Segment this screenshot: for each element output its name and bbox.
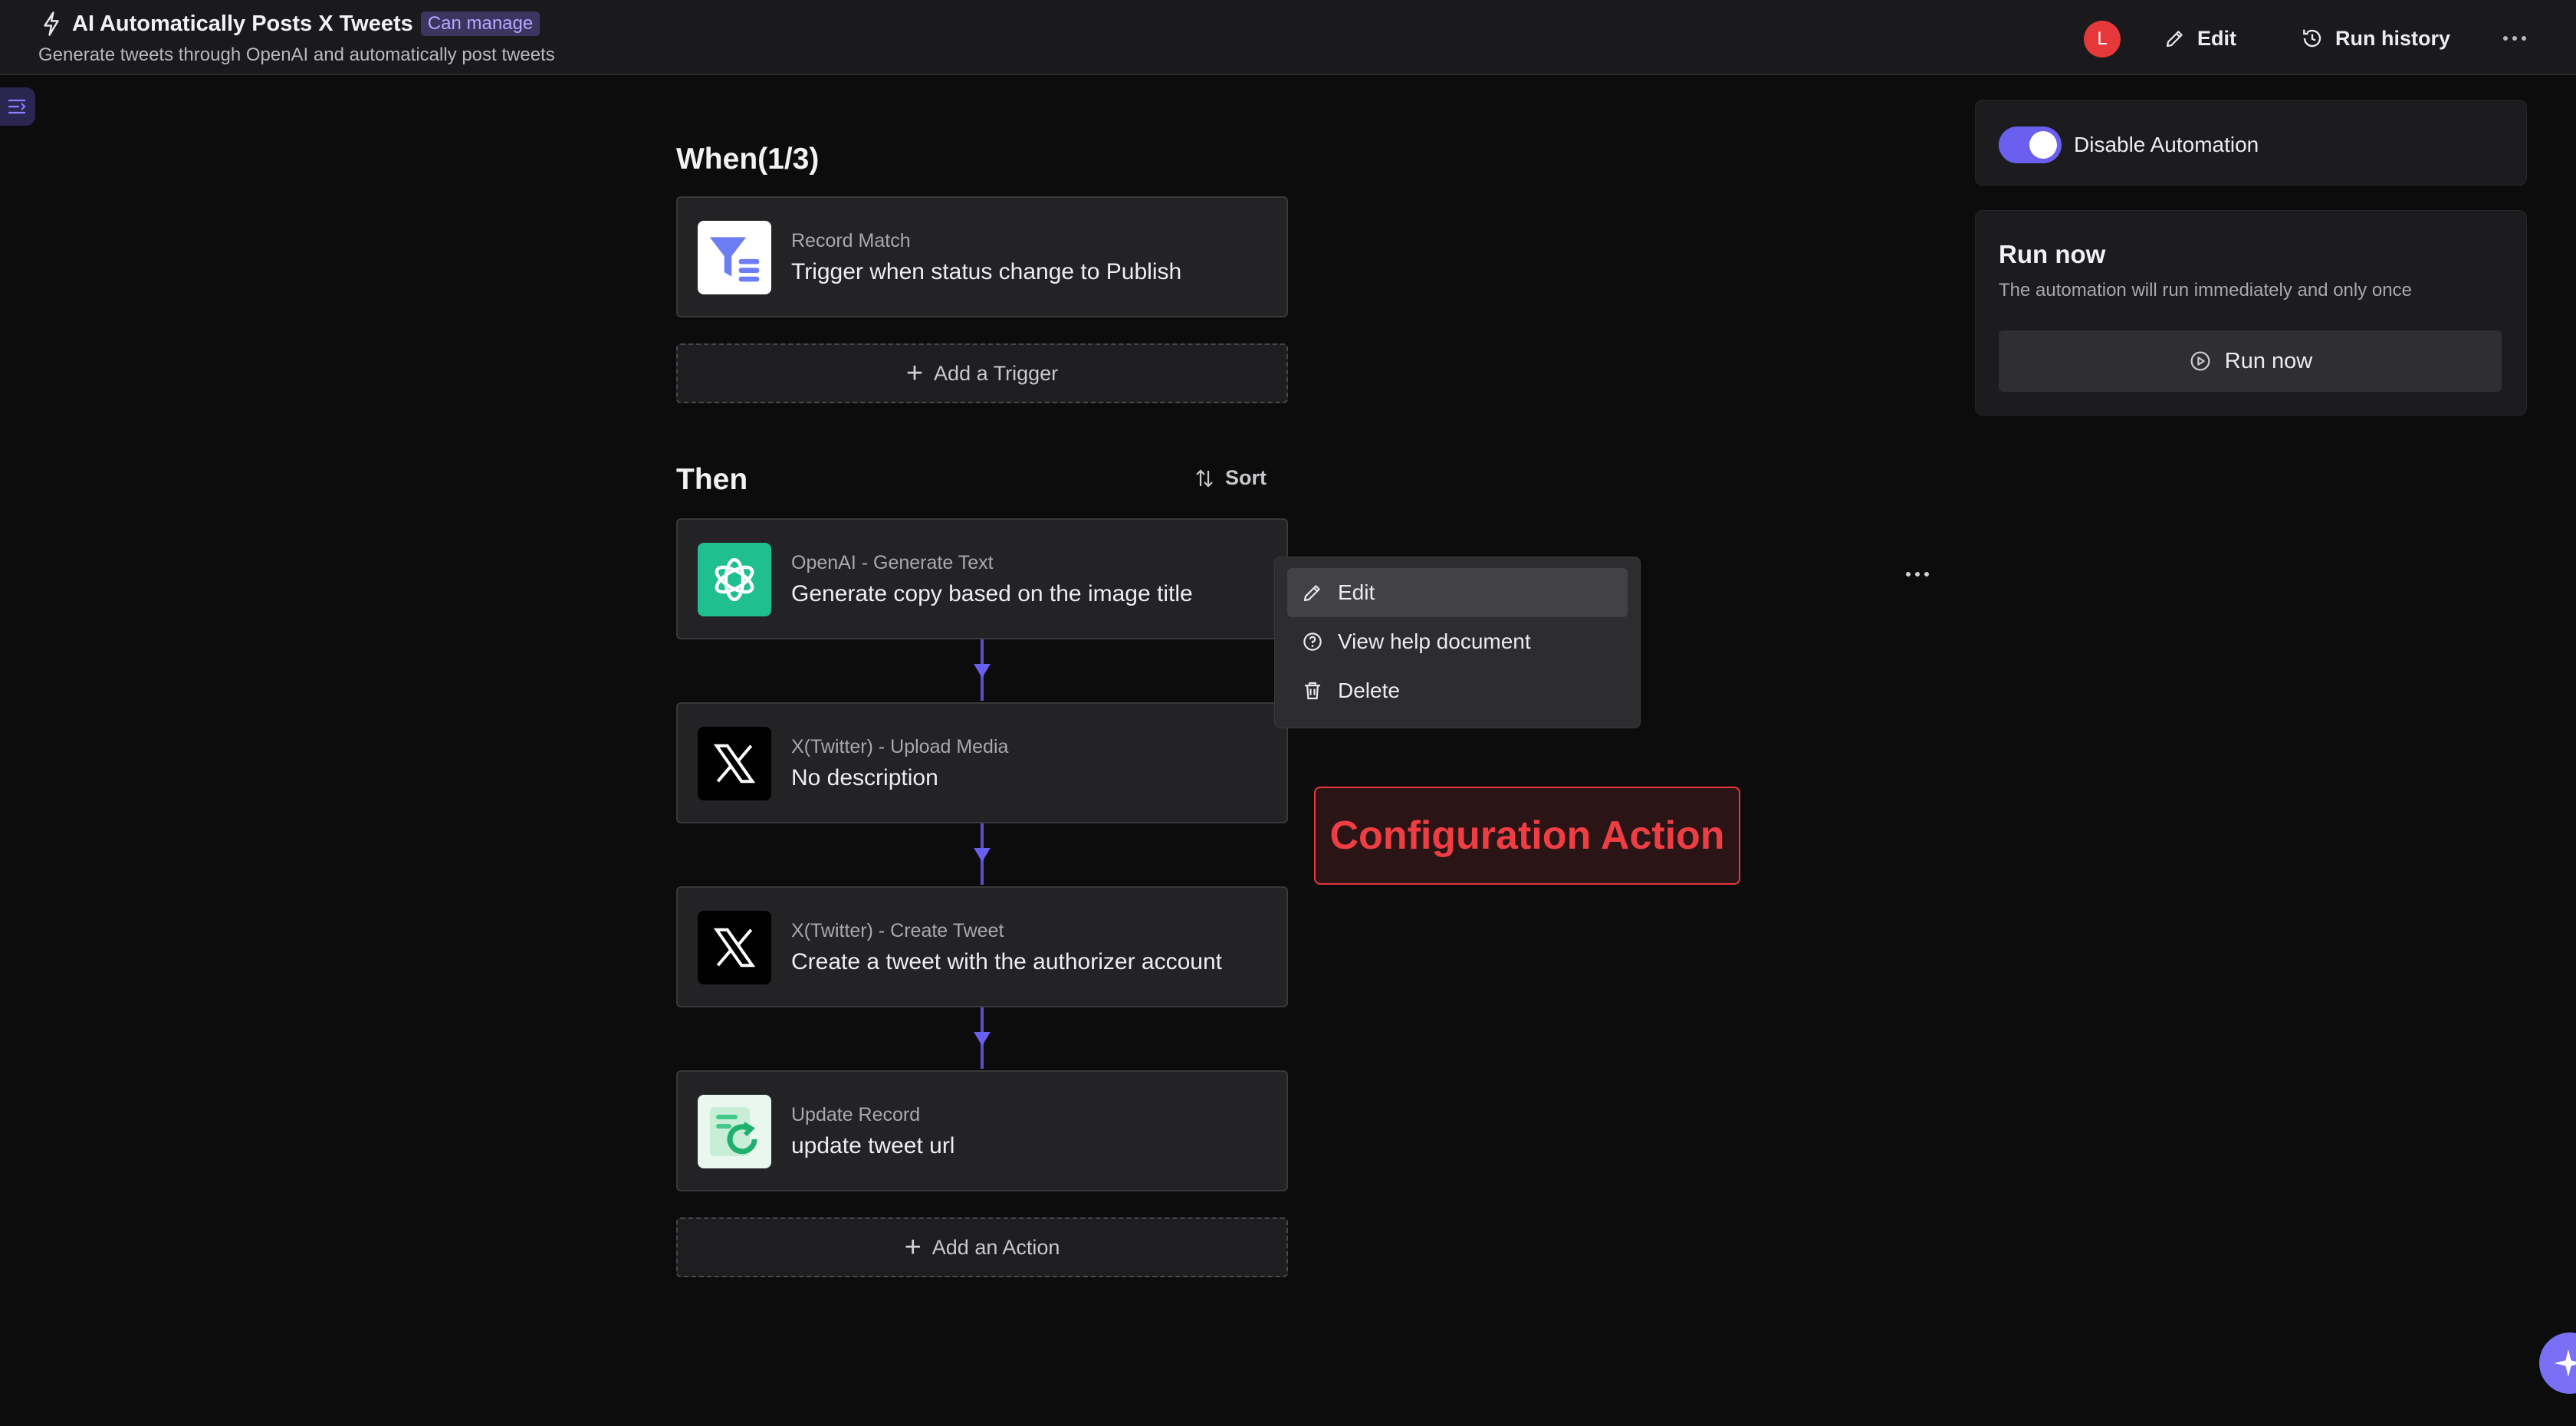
run-now-description: The automation will run immediately and … [1999, 280, 2412, 301]
title-row: AI Automatically Posts X Tweets Can mana… [40, 11, 540, 37]
action-description: update tweet url [791, 1133, 955, 1158]
history-icon [2303, 29, 2321, 48]
menu-item-help[interactable]: View help document [1287, 617, 1628, 666]
action-category: X(Twitter) - Create Tweet [791, 920, 1004, 941]
run-now-panel: Run now The automation will run immediat… [1975, 210, 2527, 416]
sort-label: Sort [1225, 466, 1267, 489]
filter-icon [698, 221, 771, 294]
sort-button[interactable]: Sort [1193, 466, 1267, 490]
more-options-icon[interactable] [2498, 23, 2532, 54]
run-now-button-label: Run now [2224, 348, 2313, 373]
action-category: Update Record [791, 1104, 921, 1125]
sidebar-toggle-button[interactable] [0, 87, 35, 126]
add-action-button[interactable]: + Add an Action [676, 1217, 1288, 1277]
permission-badge: Can manage [420, 12, 540, 36]
action-category: X(Twitter) - Upload Media [791, 736, 1009, 757]
menu-item-edit[interactable]: Edit [1287, 568, 1628, 617]
trigger-description: Trigger when status change to Publish [791, 259, 1182, 284]
flow-arrow-icon [974, 1032, 991, 1046]
action-description: Generate copy based on the image title [791, 581, 1193, 606]
disable-automation-toggle[interactable] [1999, 127, 2062, 163]
collapse-sidebar-icon [8, 99, 26, 114]
run-history-label: Run history [2335, 26, 2451, 50]
x-icon [698, 727, 771, 800]
then-section-title: Then [676, 463, 748, 496]
update-record-icon [698, 1095, 771, 1168]
when-section-title: When(1/3) [676, 143, 820, 176]
menu-item-delete[interactable]: Delete [1287, 666, 1628, 715]
automation-toggle-panel: Disable Automation [1975, 100, 2527, 186]
run-now-title: Run now [1999, 240, 2106, 268]
plus-icon: + [904, 1231, 922, 1263]
ai-assistant-button[interactable] [2539, 1332, 2576, 1394]
flow-arrow-icon [974, 848, 991, 862]
flow-arrow-icon [974, 664, 991, 678]
action-category: OpenAI - Generate Text [791, 552, 994, 573]
configuration-action-callout: Configuration Action [1314, 787, 1740, 885]
plus-icon: + [905, 357, 924, 389]
action-card-upload-media[interactable]: X(Twitter) - Upload Media No description [676, 702, 1288, 823]
toggle-label: Disable Automation [2074, 133, 2259, 156]
lightning-icon [44, 12, 59, 36]
pencil-icon [1303, 585, 1320, 602]
sparkle-icon [2555, 1349, 2576, 1377]
page-subtitle: Generate tweets through OpenAI and autom… [38, 44, 555, 65]
add-action-label: Add an Action [932, 1235, 1060, 1259]
action-card-create-tweet[interactable]: X(Twitter) - Create Tweet Create a tweet… [676, 886, 1288, 1007]
top-header: AI Automatically Posts X Tweets Can mana… [0, 0, 2576, 75]
openai-icon [698, 543, 771, 616]
avatar[interactable]: L [2084, 21, 2121, 58]
menu-item-label: View help document [1338, 629, 1531, 653]
action-card-openai[interactable]: OpenAI - Generate Text Generate copy bas… [676, 518, 1929, 639]
run-history-button[interactable]: Run history [2300, 20, 2450, 57]
add-trigger-label: Add a Trigger [934, 361, 1059, 385]
help-icon [1303, 632, 1322, 651]
action-description: Create a tweet with the authorizer accou… [791, 949, 1222, 974]
menu-item-label: Edit [1338, 580, 1375, 604]
edit-button[interactable]: Edit [2164, 20, 2236, 57]
trigger-category: Record Match [791, 230, 911, 251]
x-icon [698, 911, 771, 984]
play-circle-icon [2190, 351, 2210, 371]
edit-button-label: Edit [2197, 26, 2236, 50]
action-context-menu: Edit View help document Delete [1274, 557, 1641, 728]
trash-icon [1305, 682, 1320, 700]
menu-item-label: Delete [1338, 678, 1400, 702]
add-trigger-button[interactable]: + Add a Trigger [676, 343, 1288, 403]
action-description: No description [791, 765, 938, 790]
sort-icon [1196, 468, 1213, 488]
action-card-update-record[interactable]: Update Record update tweet url [676, 1070, 1288, 1191]
run-now-button[interactable]: Run now [1999, 330, 2502, 392]
page-title: AI Automatically Posts X Tweets [72, 11, 413, 36]
pencil-icon [2166, 31, 2183, 48]
trigger-card[interactable]: Record Match Trigger when status change … [676, 196, 1288, 317]
action-more-icon[interactable] [1906, 572, 1929, 577]
